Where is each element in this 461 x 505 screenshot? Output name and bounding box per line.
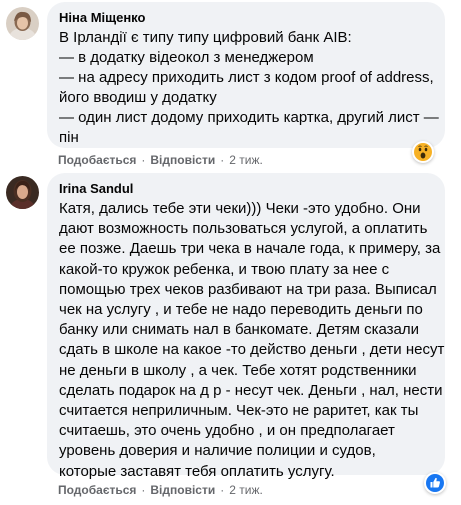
- separator: ·: [220, 483, 225, 497]
- reaction-badge[interactable]: [424, 472, 446, 494]
- comment-text-line: — на адресу приходить лист з кодом proof…: [59, 69, 434, 86]
- comment-text-line: считается неприличным. Чек-это не рарите…: [59, 402, 419, 420]
- comment-bubble: Irina Sandul Катя, дались тебе эти чеки)…: [47, 173, 445, 480]
- comment-text-line: — один лист додому приходить картка, дру…: [59, 109, 439, 126]
- separator: ·: [141, 483, 146, 497]
- comment-text-line: його вводиш у додатку: [59, 89, 217, 106]
- comment-text-line: банку или снимать нал в банкомате. Детям…: [59, 321, 420, 339]
- like-button[interactable]: Подобається: [58, 483, 136, 497]
- comment-author[interactable]: Irina Sandul: [59, 180, 433, 197]
- separator: ·: [220, 153, 225, 167]
- comment-actions: Подобається · Відповісти · 2 тиж.: [58, 152, 263, 168]
- avatar[interactable]: [6, 7, 39, 40]
- comment-text-line: дают возможность пользоваться услугой, а…: [59, 220, 428, 238]
- comment-text-line: какой-то кружок ребенка, и твою плату за…: [59, 260, 390, 278]
- comment-text-line: сделать подарок на д р - несут чек. День…: [59, 381, 443, 399]
- avatar-photo-icon: [6, 7, 39, 40]
- comment-actions: Подобається · Відповісти · 2 тиж.: [58, 482, 263, 498]
- comment-author[interactable]: Ніна Міщенко: [59, 9, 433, 26]
- comment-text-line: не деньги в школу , а чек. Тебе хотят ро…: [59, 361, 417, 379]
- avatar-photo-icon: [6, 176, 39, 209]
- timestamp[interactable]: 2 тиж.: [229, 153, 263, 167]
- comment-text-line: считаешь, это очень удобно , и он предпо…: [59, 422, 395, 440]
- like-button[interactable]: Подобається: [58, 153, 136, 167]
- comment-text-line: помощью трех чеков разбивают на три раза…: [59, 280, 437, 298]
- comment-text-line: уровень доверия и наличие полиции и судо…: [59, 442, 376, 460]
- reply-button[interactable]: Відповісти: [150, 483, 215, 497]
- timestamp[interactable]: 2 тиж.: [229, 483, 263, 497]
- comment-text-line: пін: [59, 129, 79, 146]
- separator: ·: [141, 153, 146, 167]
- wow-icon: [414, 143, 432, 161]
- reaction-badge[interactable]: [412, 141, 434, 163]
- comment-text-line: сдать в школе на какое -то действо деньг…: [59, 341, 445, 359]
- comment-text-line: — в додатку відеокол з менеджером: [59, 49, 314, 66]
- avatar[interactable]: [6, 176, 39, 209]
- comment-bubble: Ніна Міщенко В Ірландії є типу типу цифр…: [47, 2, 445, 148]
- like-icon: [426, 474, 444, 492]
- comment-text-line: В Ірландії є типу типу цифровий банк AIB…: [59, 29, 352, 46]
- reply-button[interactable]: Відповісти: [150, 153, 215, 167]
- comment-text-line: ее позже. Даешь три чека в начале года, …: [59, 240, 441, 258]
- comment-text-line: чек на услугу , и тебе не надо переводит…: [59, 301, 423, 319]
- comment-text-line: Катя, дались тебе эти чеки))) Чеки -это …: [59, 200, 421, 217]
- comment-text-line: которые заставят тебя оплатить услугу.: [59, 462, 335, 480]
